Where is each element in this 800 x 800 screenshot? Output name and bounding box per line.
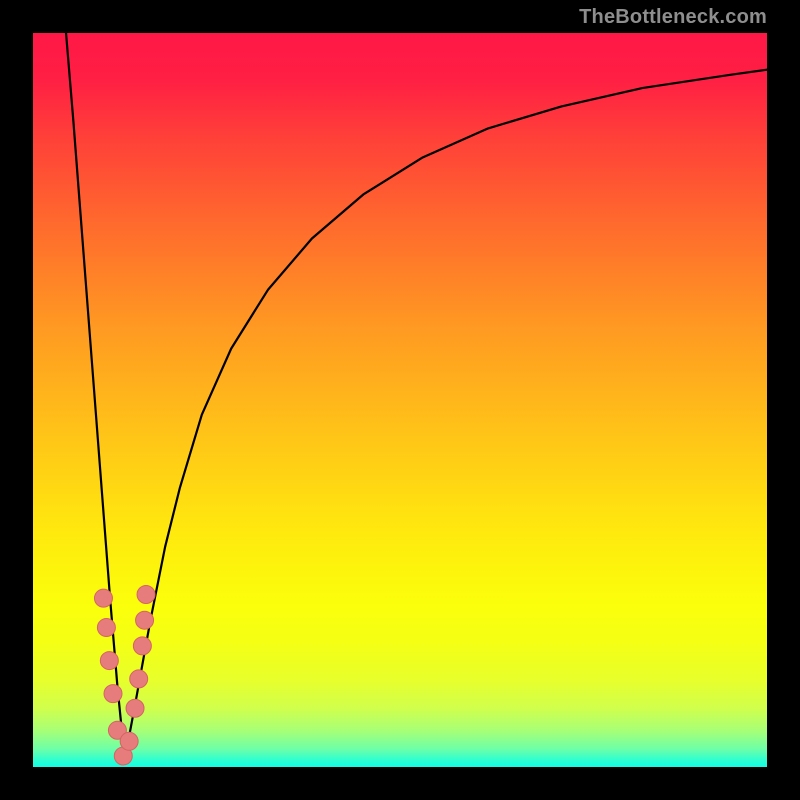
data-point xyxy=(136,611,154,629)
data-point xyxy=(137,586,155,604)
data-point xyxy=(100,652,118,670)
data-point xyxy=(126,699,144,717)
chart-plot-area xyxy=(33,33,767,767)
data-point xyxy=(94,589,112,607)
data-point xyxy=(104,685,122,703)
chart-svg xyxy=(33,33,767,767)
chart-container: TheBottleneck.com xyxy=(0,0,800,800)
data-point xyxy=(120,732,138,750)
data-point xyxy=(133,637,151,655)
data-point xyxy=(130,670,148,688)
data-points-group xyxy=(94,586,155,765)
watermark-text: TheBottleneck.com xyxy=(579,6,767,29)
data-point xyxy=(97,619,115,637)
bottleneck-curve xyxy=(66,33,767,760)
